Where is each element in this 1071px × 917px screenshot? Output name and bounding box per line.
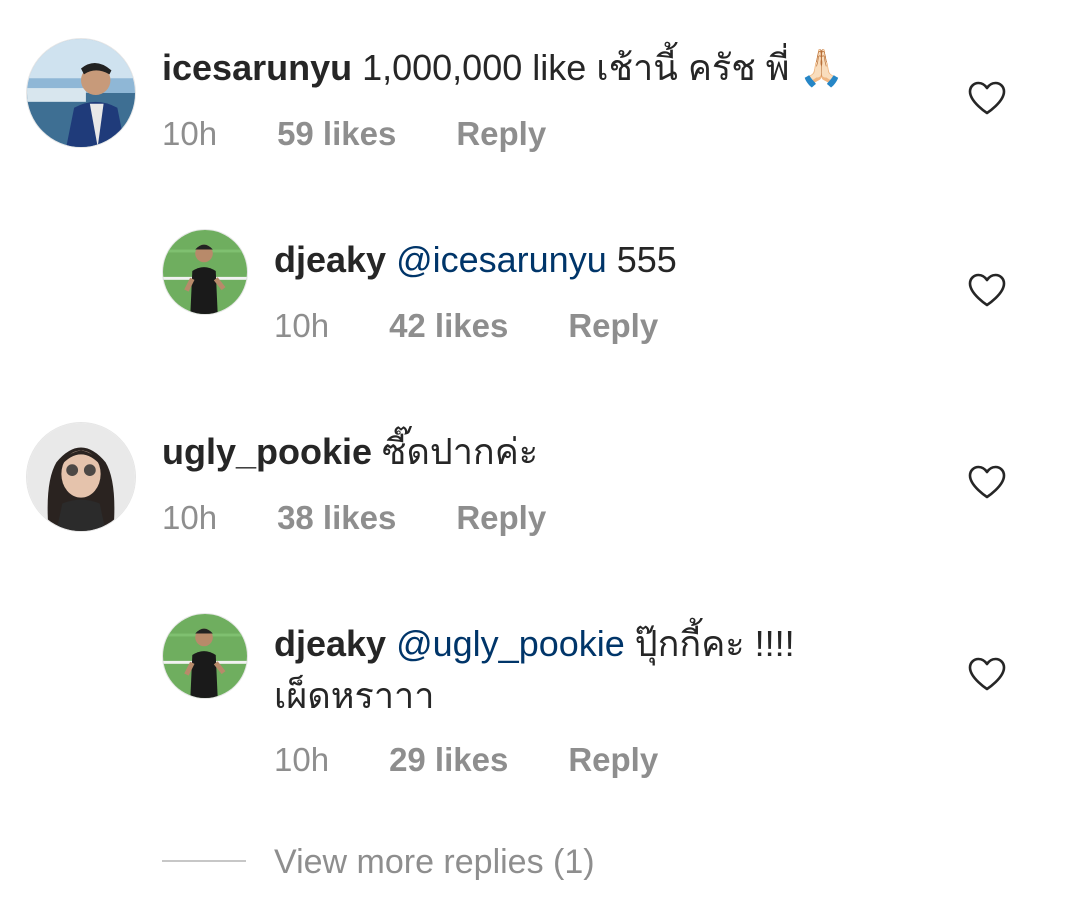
comment-body: 555: [606, 239, 677, 280]
heart-icon[interactable]: [968, 81, 1006, 115]
comment-meta: 10h 38 likes Reply: [162, 498, 546, 538]
comment-body: 1,000,000 like เช้านี้ ครัช พี่: [352, 47, 800, 88]
username-link[interactable]: djeaky: [274, 239, 386, 280]
praying-hands-emoji: 🙏🏻: [799, 47, 845, 88]
heart-icon[interactable]: [968, 465, 1006, 499]
mention-link[interactable]: @ugly_pookie: [386, 623, 625, 664]
reply-button[interactable]: Reply: [568, 306, 658, 346]
avatar[interactable]: [26, 38, 136, 148]
comment-body: ซี๊ดปากค่ะ: [372, 431, 539, 472]
username-link[interactable]: ugly_pookie: [162, 431, 372, 472]
timestamp: 10h: [274, 741, 330, 778]
comment-text-continued: เผ็ดหราาา: [274, 675, 435, 716]
likes-count[interactable]: 29 likes: [389, 740, 508, 780]
username-link[interactable]: djeaky: [274, 623, 386, 664]
heart-icon[interactable]: [968, 273, 1006, 307]
comment-text: djeaky @icesarunyu 555: [274, 238, 677, 282]
likes-count[interactable]: 42 likes: [389, 306, 508, 346]
timestamp: 10h: [162, 115, 218, 152]
comment-meta: 10h 42 likes Reply: [274, 306, 658, 346]
comment-text: icesarunyu 1,000,000 like เช้านี้ ครัช พ…: [162, 46, 844, 90]
likes-count[interactable]: 38 likes: [277, 498, 396, 538]
heart-icon[interactable]: [968, 657, 1006, 691]
view-more-replies-label[interactable]: View more replies (1): [274, 840, 595, 884]
timestamp: 10h: [274, 307, 330, 344]
comment-text: djeaky @ugly_pookie ปุ๊กกี้คะ !!!!: [274, 622, 795, 666]
likes-count[interactable]: 59 likes: [277, 114, 396, 154]
avatar[interactable]: [26, 422, 136, 532]
comment-meta: 10h 59 likes Reply: [162, 114, 546, 154]
reply-button[interactable]: Reply: [568, 740, 658, 780]
reply-button[interactable]: Reply: [456, 114, 546, 154]
avatar[interactable]: [162, 613, 248, 699]
comment-body: ปุ๊กกี้คะ !!!!: [624, 623, 795, 664]
username-link[interactable]: icesarunyu: [162, 47, 352, 88]
mention-link[interactable]: @icesarunyu: [386, 239, 607, 280]
comment-meta: 10h 29 likes Reply: [274, 740, 658, 780]
reply-button[interactable]: Reply: [456, 498, 546, 538]
comment-text: ugly_pookie ซี๊ดปากค่ะ: [162, 430, 538, 474]
divider-line: [162, 860, 246, 862]
timestamp: 10h: [162, 499, 218, 536]
avatar[interactable]: [162, 229, 248, 315]
